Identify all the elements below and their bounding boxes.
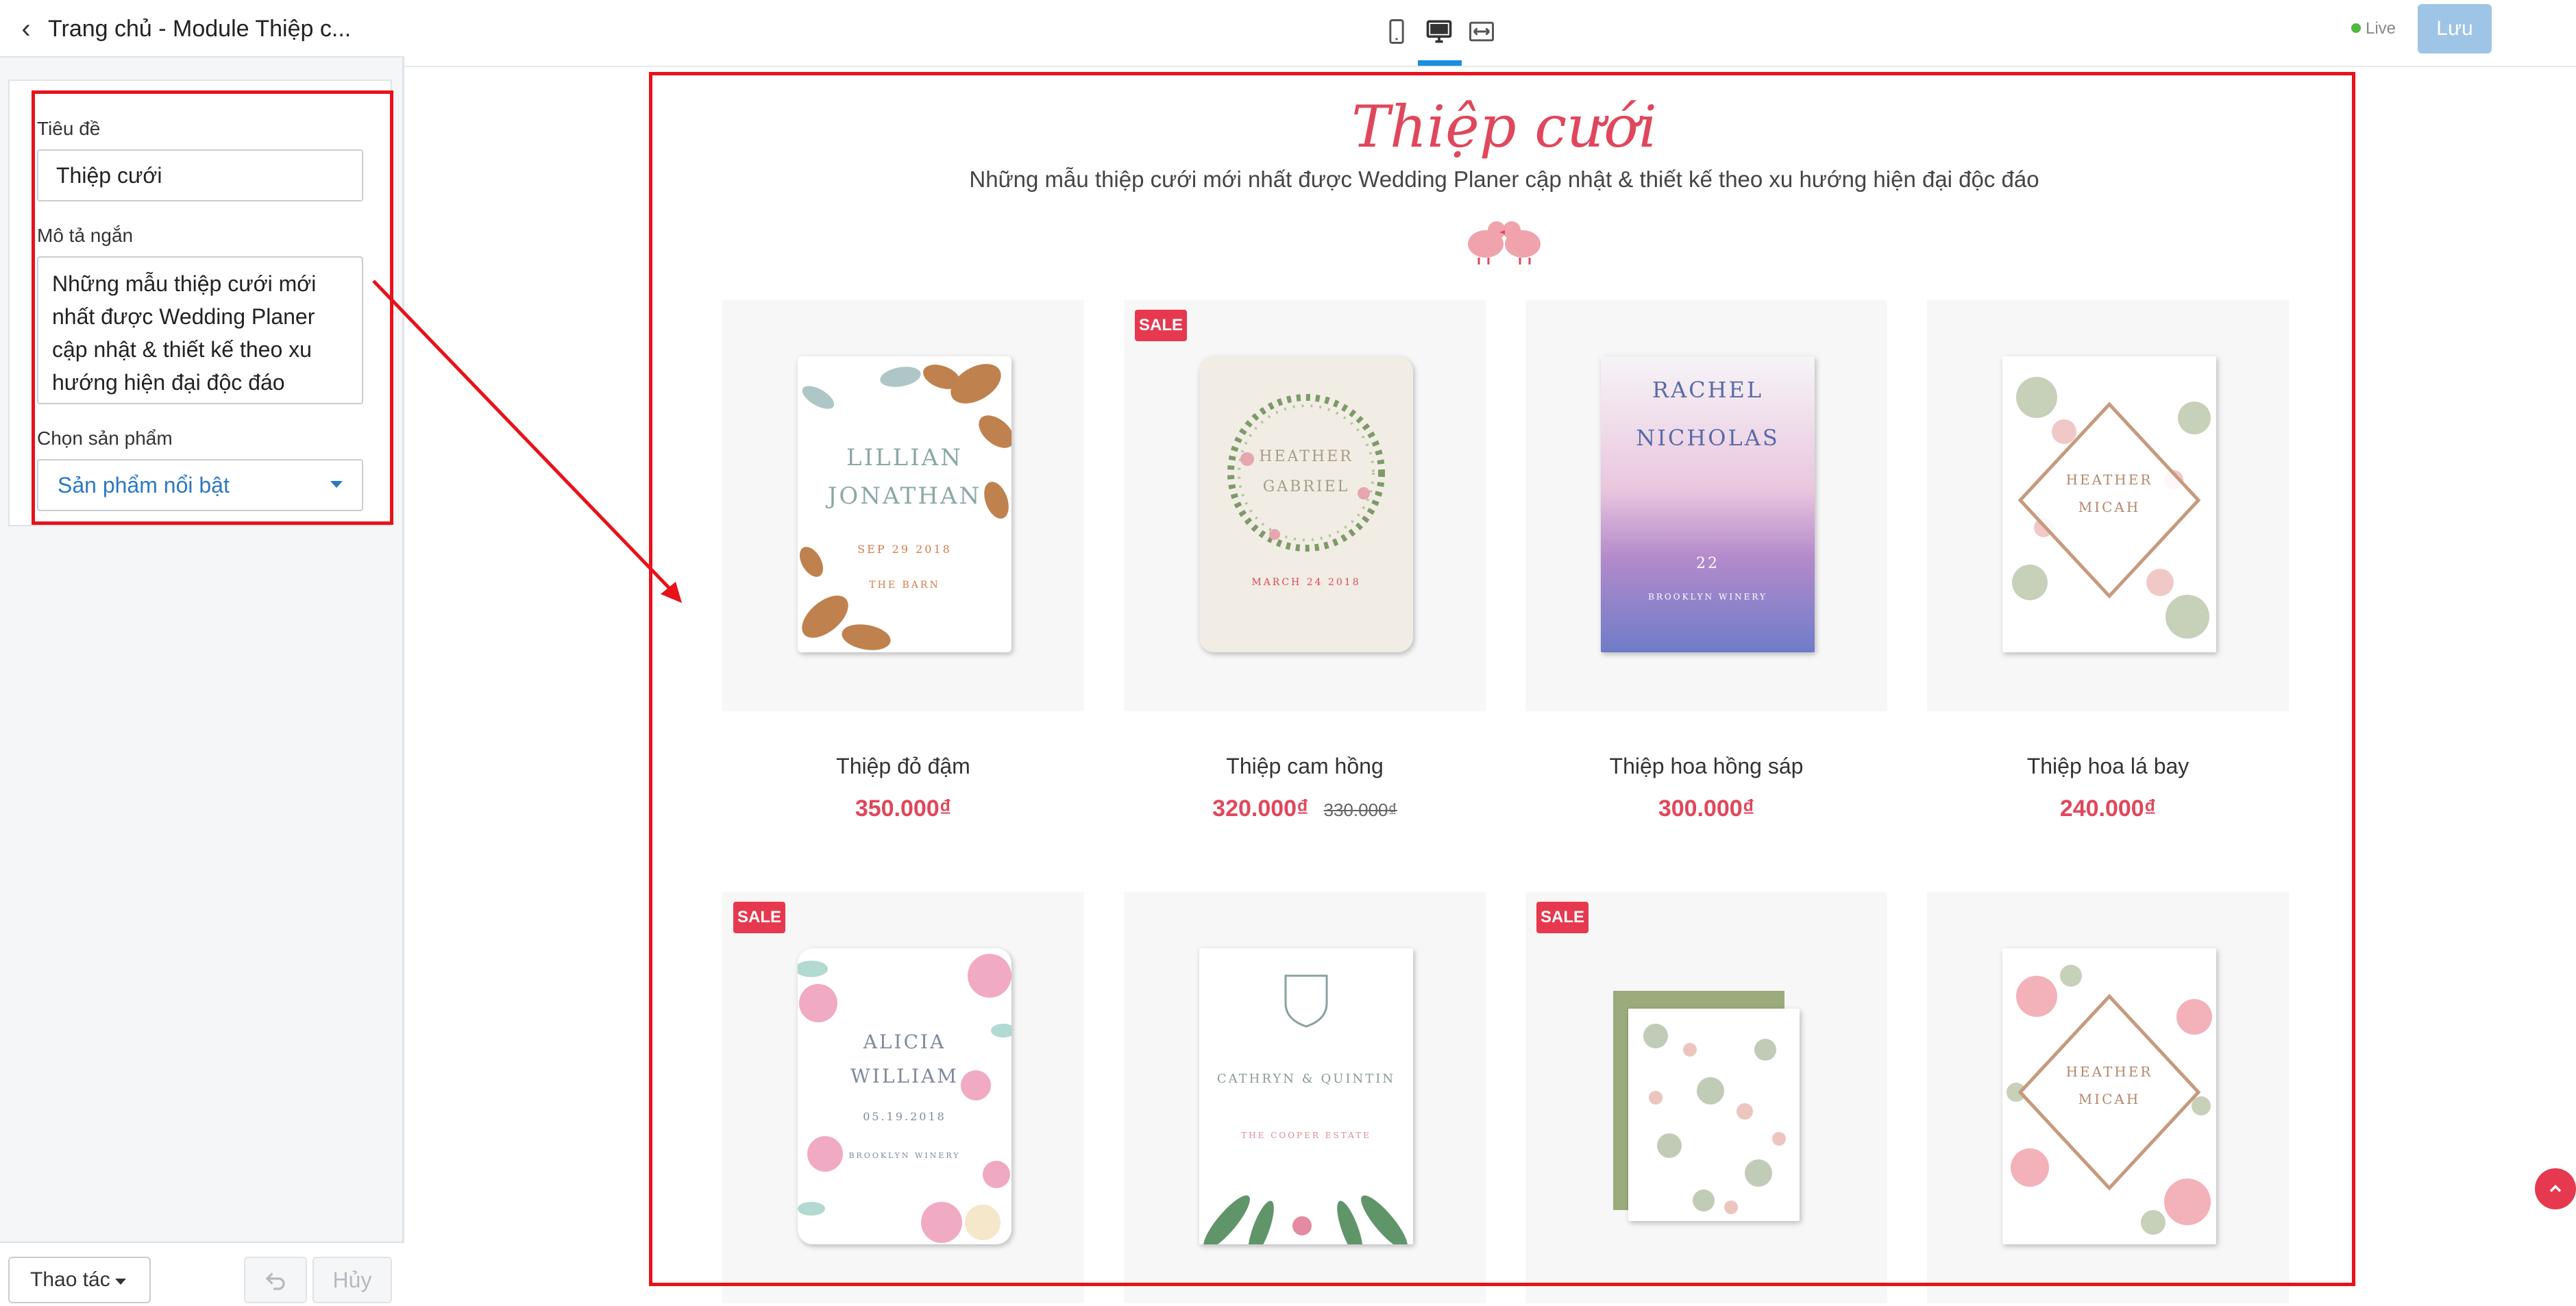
live-status-label: Live — [2366, 19, 2396, 38]
cancel-button[interactable]: Hủy — [312, 1257, 392, 1303]
fullwidth-icon[interactable] — [1467, 16, 1497, 47]
desktop-icon[interactable] — [1424, 16, 1454, 47]
caret-down-icon — [115, 1279, 126, 1285]
sidebar-title: Trang chủ - Module Thiệp c... — [48, 16, 352, 42]
actions-dropdown-button[interactable]: Thao tác — [8, 1257, 151, 1303]
save-button[interactable]: Lưu — [2418, 4, 2492, 53]
undo-icon — [265, 1272, 285, 1290]
undo-button[interactable] — [244, 1257, 307, 1303]
back-chevron-icon[interactable]: ‹ — [11, 14, 41, 44]
live-status-dot — [2351, 23, 2361, 33]
sidebar-header: ‹ Trang chủ - Module Thiệp c... — [0, 0, 404, 58]
annotation-box-settings — [32, 90, 393, 525]
chevron-up-icon — [2549, 1185, 2562, 1192]
scroll-to-top-button[interactable] — [2535, 1168, 2576, 1209]
mobile-icon[interactable] — [1382, 16, 1412, 47]
annotation-arrow — [372, 280, 682, 603]
actions-label: Thao tác — [30, 1268, 110, 1291]
annotation-box-preview — [649, 72, 2355, 1286]
active-device-indicator — [1418, 60, 1462, 66]
